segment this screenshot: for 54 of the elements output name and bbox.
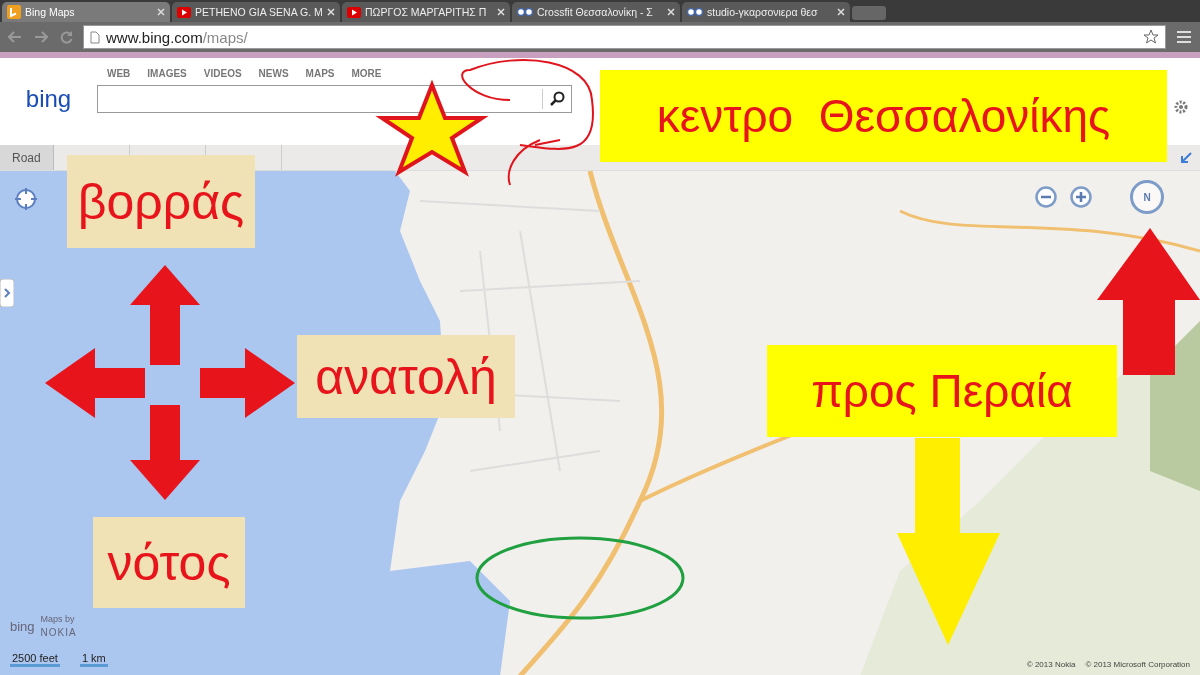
search-icon[interactable] <box>549 91 565 107</box>
browser-tab[interactable]: Crossfit Θεσσαλονίκη - Σ <box>512 2 680 22</box>
annotation-label: ανατολή <box>297 335 515 418</box>
site-icon <box>687 7 703 17</box>
provider-logo: NOKIA <box>40 627 77 638</box>
expand-panel-icon[interactable] <box>0 279 14 307</box>
up-arrow-icon <box>1097 228 1200 375</box>
copyright-text: © 2013 Microsoft Corporation <box>1085 660 1190 669</box>
bing-logo[interactable]: bing <box>0 85 97 113</box>
collapse-icon[interactable] <box>1180 151 1192 164</box>
logo-icon <box>7 5 21 19</box>
compass-button[interactable]: N <box>1130 180 1164 214</box>
nav-link[interactable]: MAPS <box>305 68 335 79</box>
zoom-out-icon[interactable] <box>1035 186 1057 208</box>
annotation-label: βορράς <box>67 155 255 248</box>
page-icon <box>90 30 100 44</box>
annotation-label: προς Περαία <box>767 345 1117 437</box>
up-arrow-icon <box>130 265 200 365</box>
nav-link[interactable]: VIDEOS <box>203 68 242 79</box>
zoom-in-icon[interactable] <box>1070 186 1092 208</box>
nav-link[interactable]: NEWS <box>258 68 289 79</box>
browser-tab[interactable]: studio-γκαρσονιερα θεσ <box>682 2 850 22</box>
annotation-label: κεντρο Θεσσαλονίκης <box>600 70 1167 162</box>
copyright-text: © 2013 Nokia <box>1026 660 1076 669</box>
left-arrow-icon <box>45 348 145 418</box>
site-icon <box>517 7 533 17</box>
browser-tab[interactable]: Bing Maps <box>2 2 170 22</box>
down-arrow-icon <box>130 405 200 500</box>
view-tab[interactable]: Road <box>0 145 54 170</box>
browser-tab[interactable]: PETHENO GIA SENA G. M <box>172 2 340 22</box>
annotation-label: νότος <box>93 517 245 608</box>
play-icon <box>177 6 191 18</box>
nav-link[interactable]: MORE <box>351 68 382 79</box>
down-arrow-icon <box>897 438 1000 645</box>
attribution-caption: Maps by <box>40 614 76 624</box>
close-icon[interactable] <box>157 8 165 16</box>
address-bar[interactable]: www.bing.com/maps/ <box>83 25 1166 49</box>
star-icon[interactable] <box>1143 29 1159 45</box>
nav-link[interactable]: WEB <box>107 68 131 79</box>
scale-bar: 1 km <box>79 652 108 667</box>
close-icon[interactable] <box>497 8 505 16</box>
search-field[interactable] <box>97 85 572 113</box>
close-icon[interactable] <box>837 8 845 16</box>
browser-tab[interactable]: ΠΩΡΓΟΣ ΜΑΡΓΑΡΙΤΗΣ Π <box>342 2 510 22</box>
nav-link[interactable]: IMAGES <box>147 68 187 79</box>
bing-logo: bing <box>10 619 35 634</box>
menu-icon[interactable] <box>1176 30 1192 44</box>
close-icon[interactable] <box>327 8 335 16</box>
right-arrow-icon <box>200 348 295 418</box>
play-icon <box>347 6 361 18</box>
settings-icon[interactable] <box>1174 100 1188 114</box>
close-icon[interactable] <box>667 8 675 16</box>
locate-icon[interactable] <box>15 188 37 210</box>
scale-bar: 2500 feet <box>10 652 60 667</box>
